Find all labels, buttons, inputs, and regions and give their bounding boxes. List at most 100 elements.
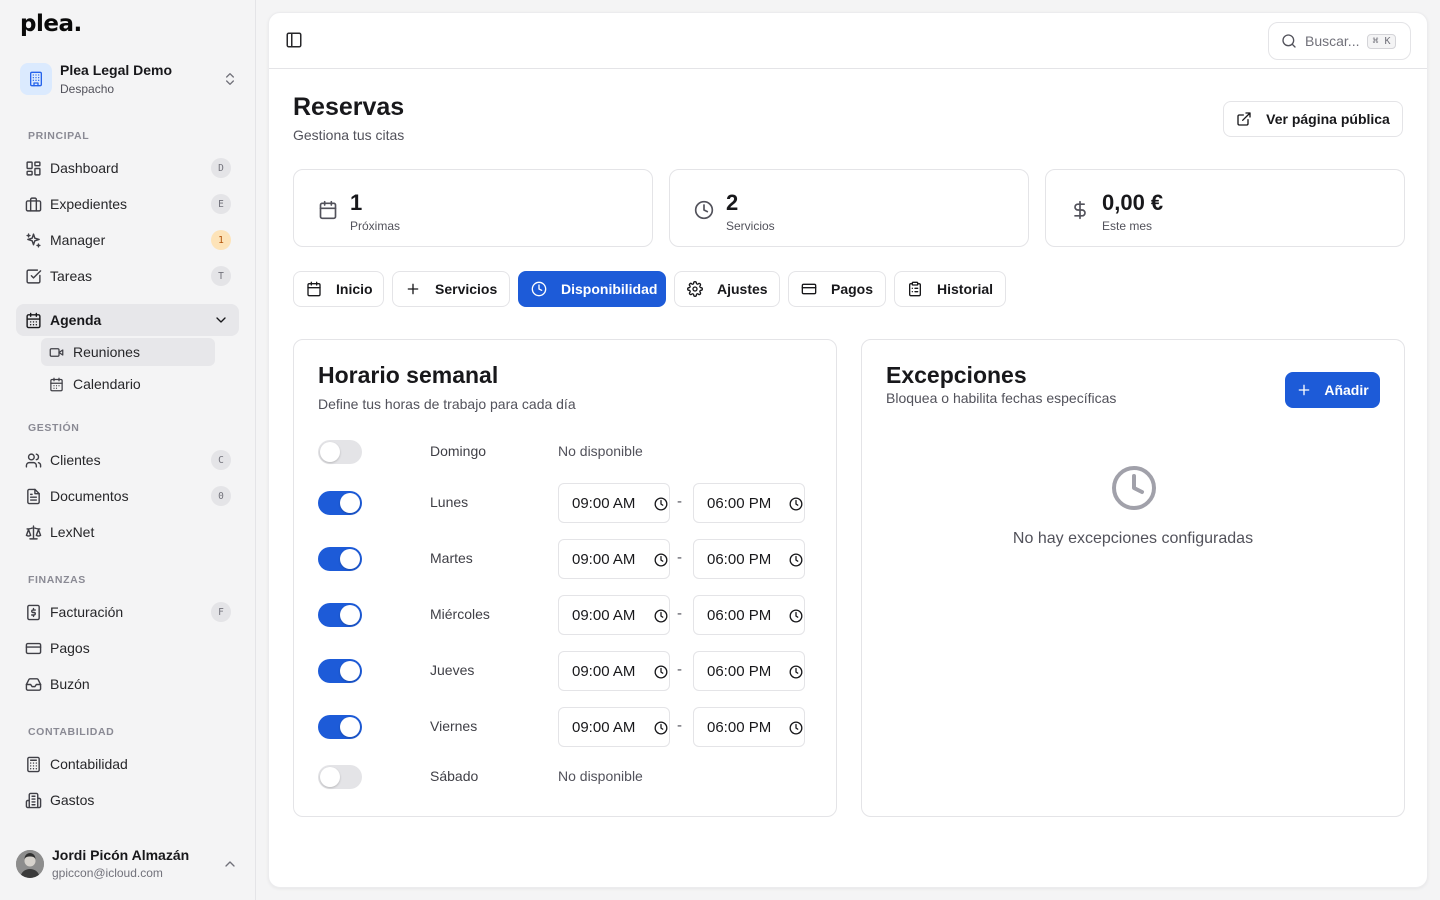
end-time-value: 06:00 PM	[707, 606, 772, 624]
schedule-row-viernes: Viernes 09:00 AM - 06:00 PM	[318, 707, 806, 747]
view-public-page-button[interactable]: Ver página pública	[1223, 101, 1403, 137]
start-time-input[interactable]: 09:00 AM	[558, 651, 670, 691]
sidebar-item-dashboard[interactable]: Dashboard D	[16, 152, 239, 184]
end-time-input[interactable]: 06:00 PM	[693, 707, 805, 747]
start-time-input[interactable]: 09:00 AM	[558, 483, 670, 523]
end-time-input[interactable]: 06:00 PM	[693, 651, 805, 691]
start-time-input[interactable]: 09:00 AM	[558, 539, 670, 579]
end-time-input[interactable]: 06:00 PM	[693, 483, 805, 523]
credit-card-icon	[24, 639, 42, 657]
end-time-input[interactable]: 06:00 PM	[693, 595, 805, 635]
time-separator: -	[677, 605, 682, 622]
time-separator: -	[677, 493, 682, 510]
sidebar-item-label: Gastos	[50, 792, 95, 808]
sidebar-item-clientes[interactable]: Clientes C	[16, 444, 239, 476]
layout-dashboard-icon	[24, 159, 42, 177]
start-time-input[interactable]: 09:00 AM	[558, 595, 670, 635]
tab-historial[interactable]: Historial	[894, 271, 1006, 307]
sidebar-item-manager[interactable]: Manager 1	[16, 224, 239, 256]
end-time-input[interactable]: 06:00 PM	[693, 539, 805, 579]
calendar-days-icon	[24, 311, 42, 329]
sidebar-item-contabilidad[interactable]: Contabilidad	[16, 748, 239, 780]
sidebar-item-documentos[interactable]: Documentos 0	[16, 480, 239, 512]
day-toggle[interactable]	[318, 440, 362, 464]
sidebar-item-label: Expedientes	[50, 196, 128, 212]
tab-ajustes[interactable]: Ajustes	[674, 271, 780, 307]
sidebar-item-buzon[interactable]: Buzón	[16, 668, 239, 700]
start-time-input[interactable]: 09:00 AM	[558, 707, 670, 747]
sidebar-item-label: Clientes	[50, 452, 101, 468]
shortcut-badge: E	[211, 194, 231, 214]
day-toggle[interactable]	[318, 491, 362, 515]
stat-value: 0,00 €	[1102, 190, 1164, 215]
tab-pagos[interactable]: Pagos	[788, 271, 886, 307]
clock-icon	[531, 281, 547, 297]
sidebar-item-label: Facturación	[50, 604, 124, 620]
add-exception-button[interactable]: Añadir	[1285, 372, 1380, 408]
empty-state-text: No hay excepciones configuradas	[1012, 530, 1254, 547]
search-shortcut: ⌘ K	[1367, 33, 1396, 49]
exceptions-card: Excepciones Bloquea o habilita fechas es…	[861, 339, 1405, 817]
sidebar-item-label: Pagos	[50, 640, 90, 656]
end-time-value: 06:00 PM	[707, 662, 772, 680]
card-title: Horario semanal	[318, 362, 499, 388]
day-name: Lunes	[430, 494, 469, 510]
sidebar-item-expedientes[interactable]: Expedientes E	[16, 188, 239, 220]
sidebar-item-label: Calendario	[73, 376, 141, 392]
search-input[interactable]: Buscar... ⌘ K	[1268, 22, 1411, 60]
sidebar-item-facturacion[interactable]: Facturación F	[16, 596, 239, 628]
sidebar-item-pagos[interactable]: Pagos	[16, 632, 239, 664]
user-menu[interactable]: Jordi Picón Almazán gpiccon@icloud.com	[16, 846, 240, 882]
button-label: Ver página pública	[1266, 111, 1390, 127]
unavailable-label: No disponible	[558, 443, 643, 459]
clock-icon	[654, 497, 668, 511]
sidebar-subitem-calendario[interactable]: Calendario	[41, 370, 215, 398]
tab-disponibilidad[interactable]: Disponibilidad	[518, 271, 666, 307]
sidebar-toggle-icon[interactable]	[285, 31, 305, 51]
sidebar-item-lexnet[interactable]: LexNet	[16, 516, 239, 548]
day-toggle[interactable]	[318, 715, 362, 739]
sidebar-subitem-reuniones[interactable]: Reuniones	[41, 338, 215, 366]
start-time-value: 09:00 AM	[572, 550, 636, 568]
sidebar-item-label: Tareas	[50, 268, 93, 284]
day-toggle[interactable]	[318, 547, 362, 571]
stat-label: Servicios	[726, 219, 775, 233]
receipt-icon	[24, 603, 42, 621]
user-email: gpiccon@icloud.com	[52, 866, 163, 880]
sidebar-item-gastos[interactable]: Gastos	[16, 784, 239, 816]
section-label-gestion: GESTIÓN	[28, 422, 80, 434]
clock-icon	[654, 553, 668, 567]
sidebar-item-label: Contabilidad	[50, 756, 128, 772]
gear-icon	[687, 281, 703, 297]
chevron-up-icon	[222, 856, 238, 872]
end-time-value: 06:00 PM	[707, 494, 772, 512]
day-toggle[interactable]	[318, 659, 362, 683]
chevron-down-icon	[213, 312, 229, 328]
file-text-icon	[24, 487, 42, 505]
sidebar-item-tareas[interactable]: Tareas T	[16, 260, 239, 292]
building-icon	[24, 791, 42, 809]
scale-icon	[24, 523, 42, 541]
tab-servicios[interactable]: Servicios	[392, 271, 510, 307]
end-time-value: 06:00 PM	[707, 718, 772, 736]
section-label-contabilidad: CONTABILIDAD	[28, 726, 115, 738]
clock-icon	[789, 665, 803, 679]
sidebar-item-label: Documentos	[50, 488, 129, 504]
sidebar-item-agenda[interactable]: Agenda	[16, 304, 239, 336]
org-switcher[interactable]: Plea Legal Demo Despacho	[20, 60, 238, 98]
calendar-icon	[318, 200, 338, 220]
chevrons-up-down-icon	[222, 71, 238, 87]
tab-label: Disponibilidad	[561, 281, 658, 297]
sidebar-item-label: Manager	[50, 232, 106, 248]
external-link-icon	[1236, 111, 1252, 127]
day-toggle[interactable]	[318, 765, 362, 789]
search-placeholder: Buscar...	[1305, 33, 1360, 49]
tab-inicio[interactable]: Inicio	[293, 271, 384, 307]
clock-icon	[789, 609, 803, 623]
schedule-row-lunes: Lunes 09:00 AM - 06:00 PM	[318, 483, 806, 523]
app-logo[interactable]: plea.	[20, 11, 82, 37]
start-time-value: 09:00 AM	[572, 606, 636, 624]
day-toggle[interactable]	[318, 603, 362, 627]
dollar-icon	[1070, 200, 1090, 220]
tab-label: Inicio	[336, 281, 373, 297]
